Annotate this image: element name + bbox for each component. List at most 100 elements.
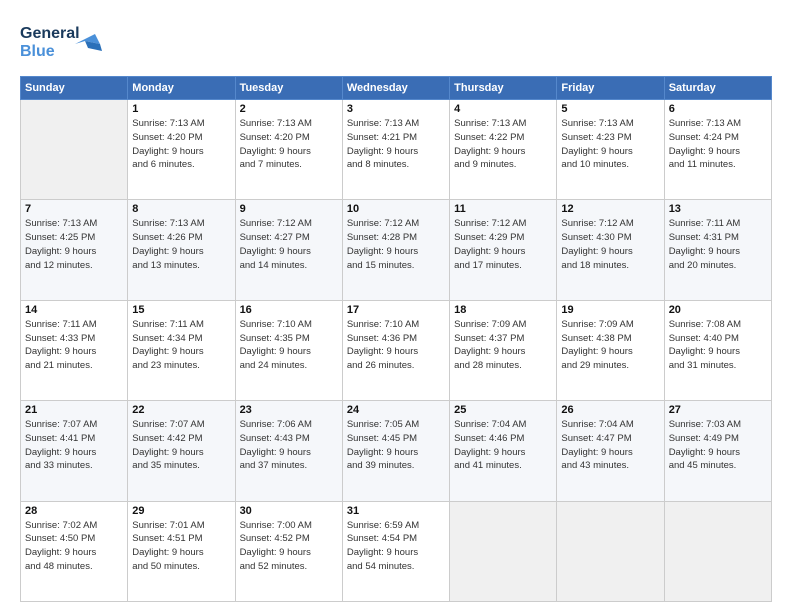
day-info: Sunrise: 7:12 AMSunset: 4:27 PMDaylight:… xyxy=(240,217,338,272)
day-info: Sunrise: 7:12 AMSunset: 4:30 PMDaylight:… xyxy=(561,217,659,272)
calendar-cell: 17 Sunrise: 7:10 AMSunset: 4:36 PMDayligh… xyxy=(342,300,449,400)
day-info: Sunrise: 7:13 AMSunset: 4:20 PMDaylight:… xyxy=(240,117,338,172)
calendar-cell: 4 Sunrise: 7:13 AMSunset: 4:22 PMDaylight… xyxy=(450,100,557,200)
day-info: Sunrise: 7:01 AMSunset: 4:51 PMDaylight:… xyxy=(132,519,230,574)
day-info: Sunrise: 7:03 AMSunset: 4:49 PMDaylight:… xyxy=(669,418,767,473)
day-info: Sunrise: 7:12 AMSunset: 4:29 PMDaylight:… xyxy=(454,217,552,272)
calendar-cell: 29 Sunrise: 7:01 AMSunset: 4:51 PMDayligh… xyxy=(128,501,235,601)
calendar-cell: 21 Sunrise: 7:07 AMSunset: 4:41 PMDayligh… xyxy=(21,401,128,501)
day-info: Sunrise: 7:09 AMSunset: 4:37 PMDaylight:… xyxy=(454,318,552,373)
day-info: Sunrise: 7:13 AMSunset: 4:20 PMDaylight:… xyxy=(132,117,230,172)
day-number: 19 xyxy=(561,304,659,316)
calendar-header-row: SundayMondayTuesdayWednesdayThursdayFrid… xyxy=(21,77,772,100)
day-number: 21 xyxy=(25,404,123,416)
day-number: 28 xyxy=(25,505,123,517)
calendar-cell: 5 Sunrise: 7:13 AMSunset: 4:23 PMDaylight… xyxy=(557,100,664,200)
day-info: Sunrise: 7:09 AMSunset: 4:38 PMDaylight:… xyxy=(561,318,659,373)
day-info: Sunrise: 7:11 AMSunset: 4:33 PMDaylight:… xyxy=(25,318,123,373)
day-number: 29 xyxy=(132,505,230,517)
calendar-header-friday: Friday xyxy=(557,77,664,100)
day-info: Sunrise: 7:08 AMSunset: 4:40 PMDaylight:… xyxy=(669,318,767,373)
calendar-cell: 20 Sunrise: 7:08 AMSunset: 4:40 PMDayligh… xyxy=(664,300,771,400)
calendar-cell: 18 Sunrise: 7:09 AMSunset: 4:37 PMDayligh… xyxy=(450,300,557,400)
calendar-header-tuesday: Tuesday xyxy=(235,77,342,100)
day-number: 13 xyxy=(669,203,767,215)
calendar-week-1: 1Sunrise: 7:13 AMSunset: 4:20 PMDaylight… xyxy=(21,100,772,200)
day-number: 12 xyxy=(561,203,659,215)
page: General Blue SundayMondayTuesdayWednesda… xyxy=(0,0,792,612)
calendar-cell: 13 Sunrise: 7:11 AMSunset: 4:31 PMDayligh… xyxy=(664,200,771,300)
day-info: Sunrise: 7:13 AMSunset: 4:23 PMDaylight:… xyxy=(561,117,659,172)
calendar-header-monday: Monday xyxy=(128,77,235,100)
calendar-header-thursday: Thursday xyxy=(450,77,557,100)
logo-icon: General Blue xyxy=(20,16,110,66)
day-number: 24 xyxy=(347,404,445,416)
day-info: Sunrise: 7:13 AMSunset: 4:24 PMDaylight:… xyxy=(669,117,767,172)
day-number: 27 xyxy=(669,404,767,416)
day-info: Sunrise: 7:04 AMSunset: 4:46 PMDaylight:… xyxy=(454,418,552,473)
calendar-cell xyxy=(664,501,771,601)
calendar-cell: 10 Sunrise: 7:12 AMSunset: 4:28 PMDayligh… xyxy=(342,200,449,300)
calendar-cell: 27 Sunrise: 7:03 AMSunset: 4:49 PMDayligh… xyxy=(664,401,771,501)
day-number: 15 xyxy=(132,304,230,316)
header: General Blue xyxy=(20,16,772,66)
day-info: Sunrise: 7:10 AMSunset: 4:36 PMDaylight:… xyxy=(347,318,445,373)
day-number: 8 xyxy=(132,203,230,215)
day-number: 30 xyxy=(240,505,338,517)
day-number: 23 xyxy=(240,404,338,416)
day-info: Sunrise: 7:11 AMSunset: 4:31 PMDaylight:… xyxy=(669,217,767,272)
day-number: 16 xyxy=(240,304,338,316)
day-number: 26 xyxy=(561,404,659,416)
day-info: Sunrise: 7:06 AMSunset: 4:43 PMDaylight:… xyxy=(240,418,338,473)
calendar-cell: 23 Sunrise: 7:06 AMSunset: 4:43 PMDayligh… xyxy=(235,401,342,501)
day-number: 18 xyxy=(454,304,552,316)
calendar-cell: 9 Sunrise: 7:12 AMSunset: 4:27 PMDaylight… xyxy=(235,200,342,300)
day-number: 17 xyxy=(347,304,445,316)
day-info: Sunrise: 7:05 AMSunset: 4:45 PMDaylight:… xyxy=(347,418,445,473)
calendar-cell: 11 Sunrise: 7:12 AMSunset: 4:29 PMDayligh… xyxy=(450,200,557,300)
day-number: 2 xyxy=(240,103,338,115)
day-info: Sunrise: 7:07 AMSunset: 4:41 PMDaylight:… xyxy=(25,418,123,473)
svg-text:General: General xyxy=(20,25,80,42)
calendar-cell: 19 Sunrise: 7:09 AMSunset: 4:38 PMDayligh… xyxy=(557,300,664,400)
calendar-cell: 30 Sunrise: 7:00 AMSunset: 4:52 PMDayligh… xyxy=(235,501,342,601)
logo: General Blue xyxy=(20,16,110,66)
calendar-cell: 12 Sunrise: 7:12 AMSunset: 4:30 PMDayligh… xyxy=(557,200,664,300)
day-number: 10 xyxy=(347,203,445,215)
calendar-cell: 16 Sunrise: 7:10 AMSunset: 4:35 PMDayligh… xyxy=(235,300,342,400)
calendar-cell xyxy=(21,100,128,200)
calendar-week-2: 7 Sunrise: 7:13 AMSunset: 4:25 PMDaylight… xyxy=(21,200,772,300)
day-number: 11 xyxy=(454,203,552,215)
day-info: Sunrise: 7:10 AMSunset: 4:35 PMDaylight:… xyxy=(240,318,338,373)
calendar-cell: 14Sunrise: 7:11 AMSunset: 4:33 PMDayligh… xyxy=(21,300,128,400)
day-info: Sunrise: 7:13 AMSunset: 4:25 PMDaylight:… xyxy=(25,217,123,272)
day-info: Sunrise: 7:13 AMSunset: 4:22 PMDaylight:… xyxy=(454,117,552,172)
day-info: Sunrise: 6:59 AMSunset: 4:54 PMDaylight:… xyxy=(347,519,445,574)
calendar-cell xyxy=(450,501,557,601)
day-number: 20 xyxy=(669,304,767,316)
day-number: 7 xyxy=(25,203,123,215)
day-number: 3 xyxy=(347,103,445,115)
day-info: Sunrise: 7:12 AMSunset: 4:28 PMDaylight:… xyxy=(347,217,445,272)
day-info: Sunrise: 7:02 AMSunset: 4:50 PMDaylight:… xyxy=(25,519,123,574)
day-number: 9 xyxy=(240,203,338,215)
calendar-cell: 28 Sunrise: 7:02 AMSunset: 4:50 PMDayligh… xyxy=(21,501,128,601)
day-number: 4 xyxy=(454,103,552,115)
day-info: Sunrise: 7:04 AMSunset: 4:47 PMDaylight:… xyxy=(561,418,659,473)
day-number: 22 xyxy=(132,404,230,416)
calendar-cell xyxy=(557,501,664,601)
day-number: 6 xyxy=(669,103,767,115)
calendar-cell: 22 Sunrise: 7:07 AMSunset: 4:42 PMDayligh… xyxy=(128,401,235,501)
calendar-cell: 25Sunrise: 7:04 AMSunset: 4:46 PMDayligh… xyxy=(450,401,557,501)
calendar-cell: 1Sunrise: 7:13 AMSunset: 4:20 PMDaylight… xyxy=(128,100,235,200)
day-number: 5 xyxy=(561,103,659,115)
day-info: Sunrise: 7:07 AMSunset: 4:42 PMDaylight:… xyxy=(132,418,230,473)
calendar-cell: 31 Sunrise: 6:59 AMSunset: 4:54 PMDayligh… xyxy=(342,501,449,601)
day-number: 31 xyxy=(347,505,445,517)
calendar-week-3: 14Sunrise: 7:11 AMSunset: 4:33 PMDayligh… xyxy=(21,300,772,400)
calendar-cell: 6 Sunrise: 7:13 AMSunset: 4:24 PMDaylight… xyxy=(664,100,771,200)
day-info: Sunrise: 7:00 AMSunset: 4:52 PMDaylight:… xyxy=(240,519,338,574)
calendar-week-4: 21 Sunrise: 7:07 AMSunset: 4:41 PMDayligh… xyxy=(21,401,772,501)
day-info: Sunrise: 7:11 AMSunset: 4:34 PMDaylight:… xyxy=(132,318,230,373)
calendar-header-saturday: Saturday xyxy=(664,77,771,100)
